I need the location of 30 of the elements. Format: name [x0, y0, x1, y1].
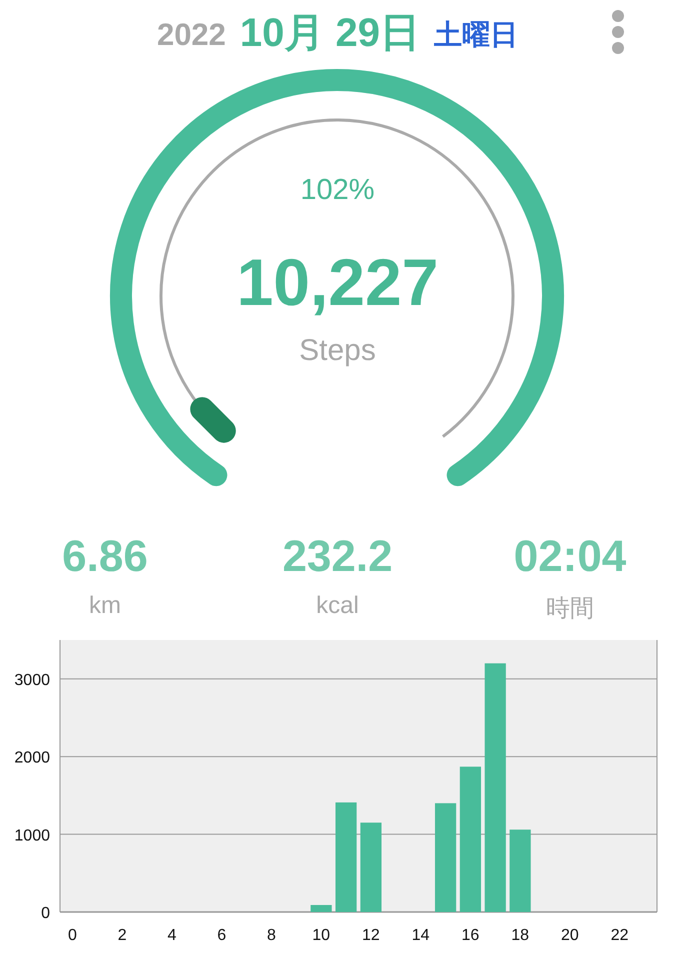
x-axis-label: 2 — [118, 927, 127, 944]
weekday-text: 土曜日 — [434, 18, 518, 52]
stat-value: 02:04 — [514, 532, 626, 582]
date-text: 10月 29日 — [240, 10, 420, 56]
stat-label: km — [89, 592, 121, 620]
bar — [310, 905, 332, 912]
x-axis-label: 10 — [312, 927, 330, 944]
x-axis-label: 18 — [511, 927, 530, 944]
steps-label: Steps — [298, 334, 377, 368]
x-axis-label: 4 — [167, 927, 176, 944]
year-text: 2022 — [156, 17, 226, 53]
stat-label: 時間 — [546, 594, 594, 624]
stat-label: kcal — [316, 592, 359, 620]
x-axis-label: 16 — [462, 927, 480, 944]
y-axis-label: 2000 — [14, 750, 50, 767]
y-axis-label: 3000 — [14, 672, 50, 689]
stat-value: 232.2 — [282, 532, 393, 582]
x-axis-label: 6 — [217, 927, 226, 944]
stat-value: 6.86 — [62, 532, 148, 582]
step-count: 10,227 — [236, 244, 440, 320]
x-axis-label: 14 — [412, 927, 430, 944]
goal-percent: 102% — [299, 174, 376, 207]
progress-handle — [190, 397, 236, 443]
x-axis-label: 0 — [68, 927, 77, 944]
y-axis-label: 1000 — [14, 827, 50, 844]
x-axis-label: 12 — [362, 927, 380, 944]
y-axis-label: 0 — [41, 905, 50, 922]
x-axis-label: 8 — [266, 927, 276, 944]
x-axis-label: 22 — [610, 927, 629, 944]
x-axis-label: 20 — [561, 927, 579, 944]
